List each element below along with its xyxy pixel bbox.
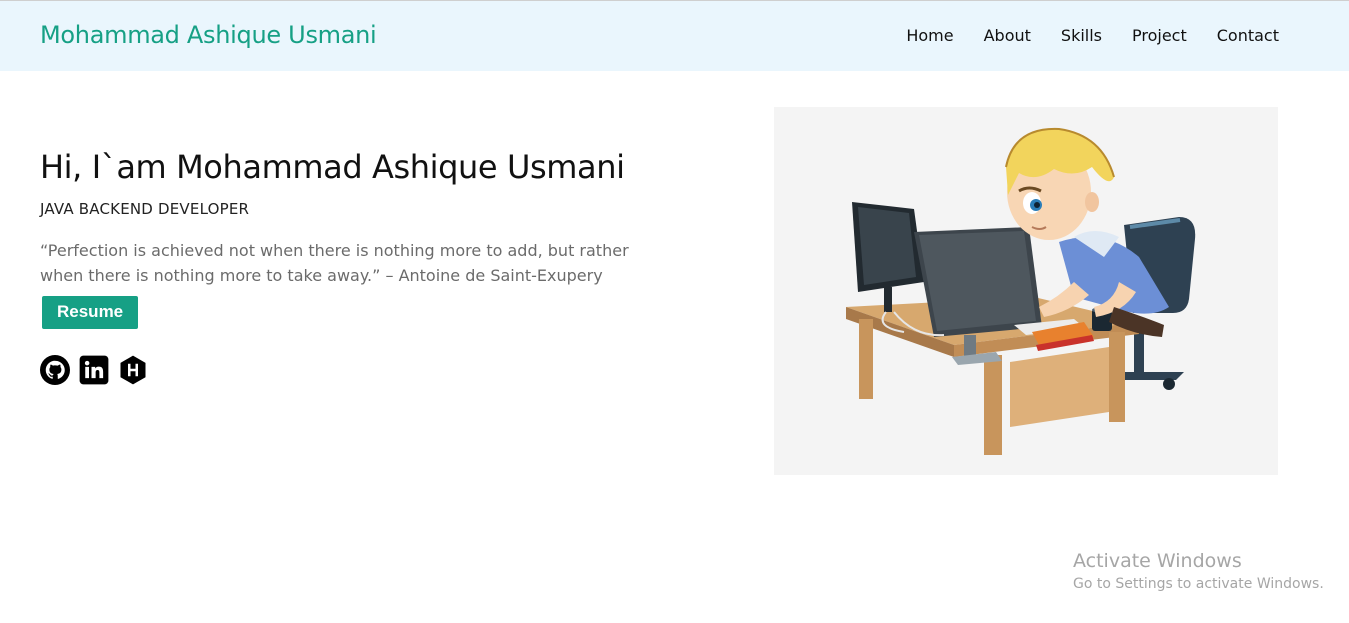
hero-title: Hi, I`am Mohammad Ashique Usmani [40,148,625,186]
nav-link-about[interactable]: About [984,26,1031,45]
linkedin-icon[interactable] [79,355,109,385]
resume-button[interactable]: Resume [42,296,139,329]
hashnode-icon[interactable] [118,355,148,385]
hero-role: JAVA BACKEND DEVELOPER [40,200,250,218]
navbar: Mohammad Ashique Usmani Home About Skill… [0,1,1349,71]
nav-link-home[interactable]: Home [906,26,953,45]
watermark-title: Activate Windows [1073,550,1242,572]
nav-link-contact[interactable]: Contact [1217,26,1279,45]
nav-menu: Home About Skills Project Contact [876,26,1279,45]
brand-name[interactable]: Mohammad Ashique Usmani [40,21,377,49]
nav-link-project[interactable]: Project [1132,26,1187,45]
nav-link-skills[interactable]: Skills [1061,26,1102,45]
github-icon[interactable] [40,355,70,385]
watermark-subtitle: Go to Settings to activate Windows. [1073,576,1324,592]
hero-intro: Hi, I`am Mohammad Ashique Usmani JAVA BA… [40,148,680,385]
windows-activation-watermark: Activate Windows Go to Settings to activ… [1073,550,1324,592]
hero-quote: “Perfection is achieved not when there i… [40,241,629,285]
developer-illustration [774,107,1278,475]
social-links [40,355,680,385]
